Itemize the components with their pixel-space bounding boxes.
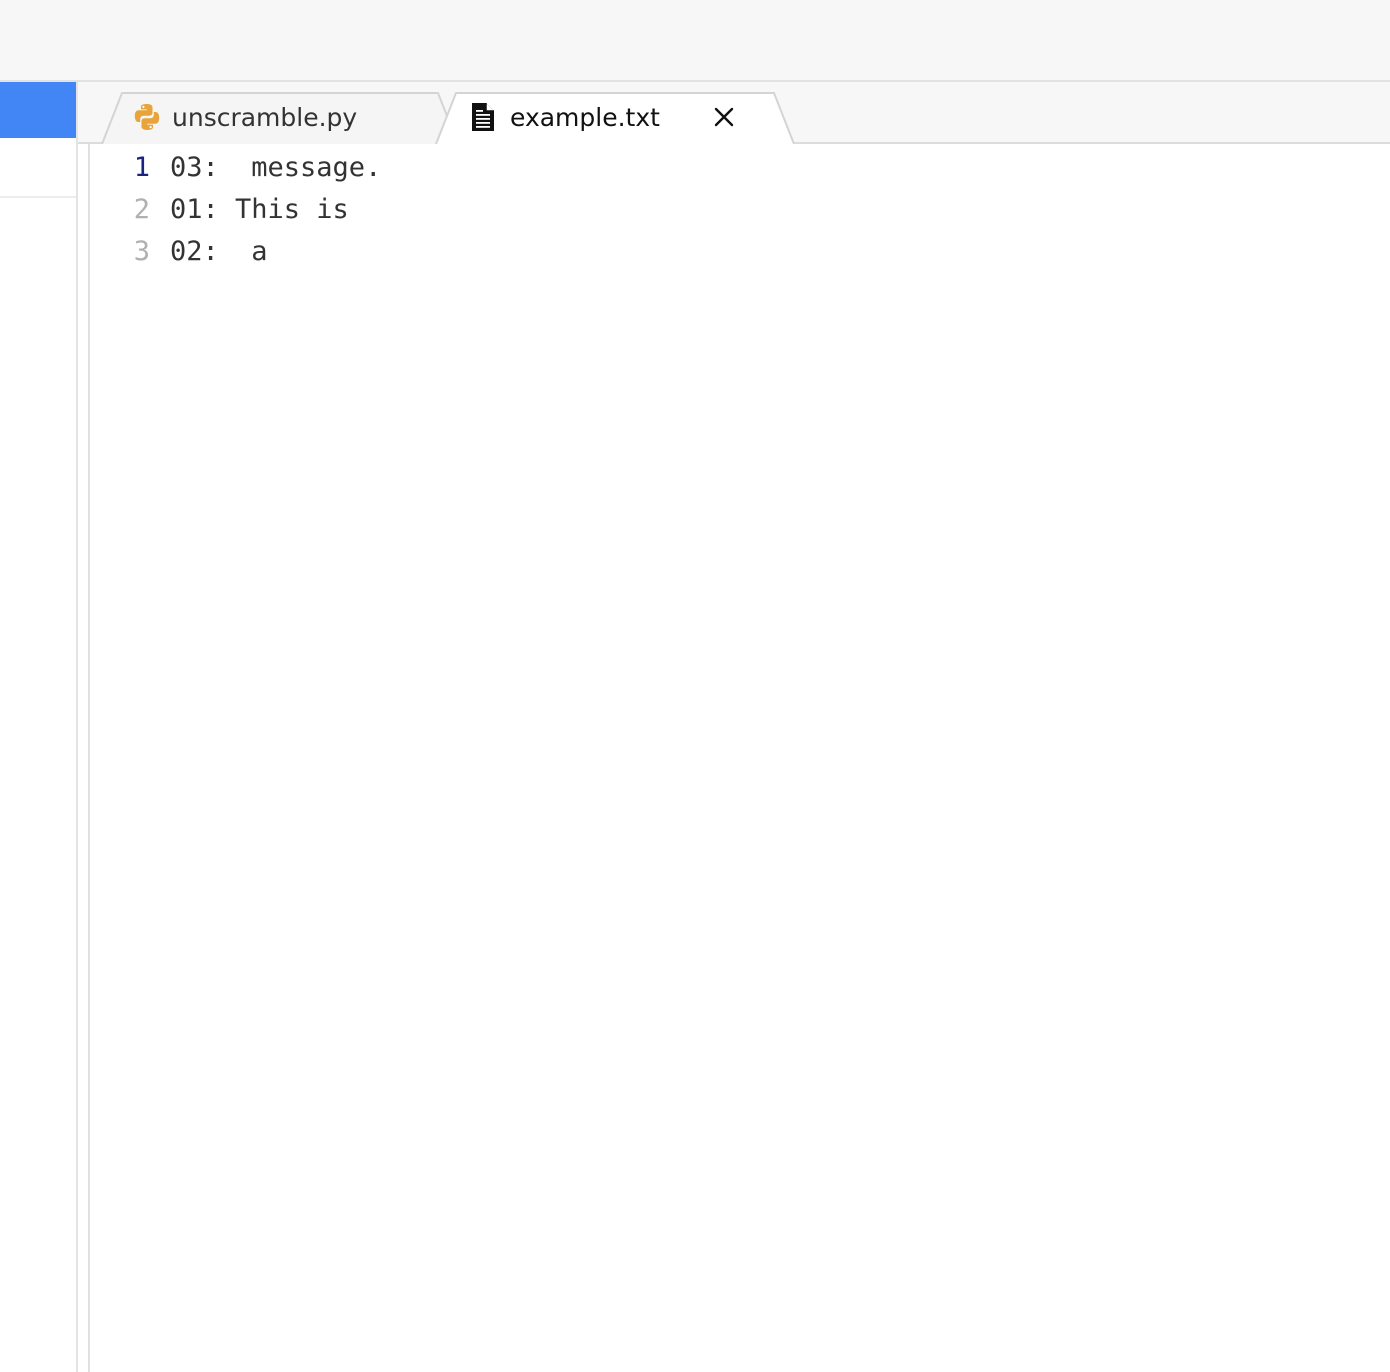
tab-label: example.txt bbox=[510, 102, 660, 132]
line-number: 3 bbox=[133, 235, 150, 267]
sidebar-item-active[interactable] bbox=[0, 82, 76, 138]
editor-line: 1 03: message. bbox=[90, 146, 382, 188]
python-icon bbox=[132, 102, 162, 132]
text-file-icon bbox=[470, 102, 496, 132]
code-editor[interactable]: 1 03: message. 2 01: This is 3 02: a bbox=[88, 144, 1390, 1372]
editor-line: 3 02: a bbox=[90, 230, 268, 272]
sidebar-item[interactable] bbox=[0, 138, 76, 198]
tab-unscramble-py[interactable]: unscramble.py bbox=[100, 92, 460, 144]
top-toolbar bbox=[0, 0, 1390, 82]
line-number: 2 bbox=[133, 193, 150, 225]
line-text[interactable]: 01: This is bbox=[170, 194, 349, 225]
tab-bar: unscramble.py example.txt bbox=[78, 82, 1390, 144]
line-text[interactable]: 03: message. bbox=[170, 152, 381, 183]
tab-example-txt[interactable]: example.txt bbox=[434, 92, 796, 144]
line-number: 1 bbox=[133, 151, 150, 183]
editor-line: 2 01: This is bbox=[90, 188, 349, 230]
close-tab-button[interactable] bbox=[710, 103, 738, 131]
close-icon bbox=[714, 107, 734, 127]
sidebar bbox=[0, 82, 78, 1372]
line-text[interactable]: 02: a bbox=[170, 236, 268, 267]
tab-label: unscramble.py bbox=[172, 102, 358, 132]
